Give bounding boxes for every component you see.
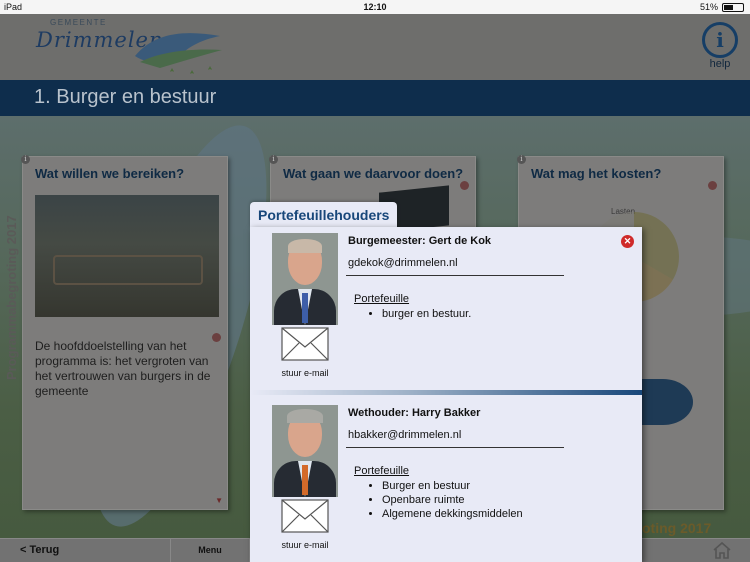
status-right: 51% <box>700 2 744 12</box>
battery-fill <box>724 4 734 10</box>
list-item: Openbare ruimte <box>382 493 523 507</box>
municipality-logo: GEMEENTE Drimmelen <box>30 18 230 78</box>
list-item: burger en bestuur. <box>382 307 471 321</box>
info-icon[interactable]: i <box>21 155 30 164</box>
portfolio-holders-popup: stuur e-mail Burgemeester: Gert de Kok g… <box>250 227 642 562</box>
person-role: Wethouder: Harry Bakker <box>348 407 481 419</box>
menu-button[interactable]: Menu <box>170 539 250 562</box>
card-title: Wat gaan we daarvoor doen? <box>283 166 464 181</box>
side-title: Programmabegroting 2017 <box>4 215 19 380</box>
envelope-icon <box>281 327 329 361</box>
close-icon[interactable]: ✕ <box>621 235 634 248</box>
list-item: Algemene dekkingsmiddelen <box>382 507 523 521</box>
help-label: help <box>709 58 731 70</box>
page-title: 1. Burger en bestuur <box>34 86 217 108</box>
divider-line <box>346 447 564 448</box>
expand-icon[interactable] <box>460 181 469 190</box>
person-role: Burgemeester: Gert de Kok <box>348 235 492 247</box>
info-icon[interactable]: i <box>269 155 278 164</box>
popup-tab-title: Portefeuillehouders <box>250 202 398 228</box>
portrait-photo <box>272 233 338 325</box>
divider-line <box>346 275 564 276</box>
portrait-hair <box>287 409 323 423</box>
send-email-button[interactable]: stuur e-mail <box>272 499 338 551</box>
meeting-table-shape <box>53 255 203 285</box>
send-email-label: stuur e-mail <box>281 368 329 378</box>
help-button[interactable]: i help <box>700 22 740 78</box>
status-bar: iPad 12:10 51% <box>0 0 750 14</box>
portfolio-list: Burger en bestuur Openbare ruimte Algeme… <box>368 479 523 521</box>
list-item: Burger en bestuur <box>382 479 523 493</box>
send-email-button[interactable]: stuur e-mail <box>272 327 338 379</box>
status-time: 12:10 <box>363 2 387 12</box>
side-vertical-text: Programmabegroting 2017 <box>2 180 22 380</box>
card-title: Wat mag het kosten? <box>531 166 662 181</box>
portfolio-heading: Portefeuille <box>354 293 410 305</box>
portrait-hair <box>288 239 322 253</box>
send-email-label: stuur e-mail <box>281 540 329 550</box>
person-email[interactable]: gdekok@drimmelen.nl <box>348 257 458 269</box>
person-divider <box>250 390 642 395</box>
envelope-icon <box>281 499 329 533</box>
portfolio-heading: Portefeuille <box>354 465 410 477</box>
battery-percent: 51% <box>699 2 718 12</box>
chevron-down-icon[interactable]: ▼ <box>215 496 223 505</box>
person-card-mayor: stuur e-mail Burgemeester: Gert de Kok g… <box>250 227 642 387</box>
back-button[interactable]: < Terug <box>20 544 59 556</box>
card-title: Wat willen we bereiken? <box>35 166 185 181</box>
info-icon[interactable]: i <box>517 155 526 164</box>
logo-small-text: GEMEENTE <box>50 18 107 27</box>
portrait-tie <box>302 293 308 323</box>
battery-icon <box>722 2 744 12</box>
info-icon: i <box>702 22 738 58</box>
section-title-bar: 1. Burger en bestuur <box>0 80 750 116</box>
person-email[interactable]: hbakker@drimmelen.nl <box>348 429 461 441</box>
card-text: De hoofddoelstelling van het programma i… <box>35 339 211 398</box>
expand-icon[interactable] <box>708 181 717 190</box>
app-header: GEMEENTE Drimmelen i help <box>0 14 750 80</box>
card-goals[interactable]: i Wat willen we bereiken? De hoofddoelst… <box>21 155 228 510</box>
portrait-photo <box>272 405 338 497</box>
home-icon[interactable] <box>712 541 732 559</box>
council-meeting-photo <box>35 195 219 317</box>
person-card-alderman: stuur e-mail Wethouder: Harry Bakker hba… <box>250 399 642 562</box>
pie-chart-shape-2 <box>633 379 693 425</box>
portfolio-list: burger en bestuur. <box>368 307 471 321</box>
portrait-tie <box>302 465 308 495</box>
logo-wave-icon <box>135 33 222 74</box>
